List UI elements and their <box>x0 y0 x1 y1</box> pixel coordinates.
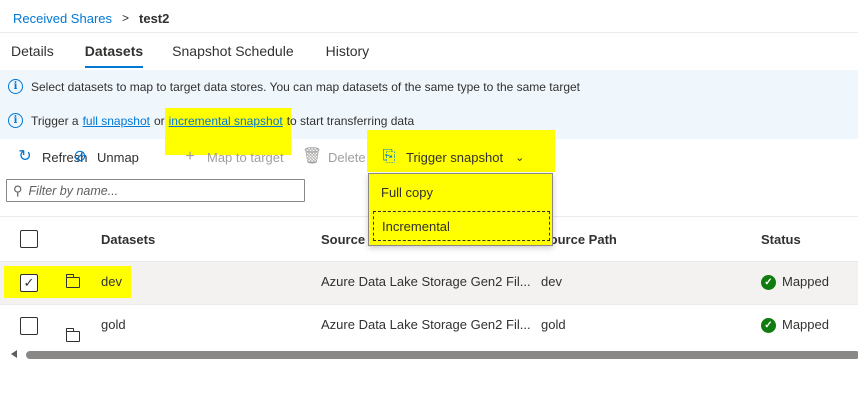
filter-box: ⚲ <box>6 179 305 202</box>
trigger-snapshot-button[interactable]: ⎘ Trigger snapshot ⌄ <box>380 144 525 170</box>
scroll-left-arrow[interactable] <box>11 350 17 358</box>
tab-details[interactable]: Details <box>11 33 54 69</box>
trigger-snapshot-label: Trigger snapshot <box>406 149 504 165</box>
tab-datasets[interactable]: Datasets <box>84 33 144 69</box>
status-text: Mapped <box>782 317 829 332</box>
info-text: Select datasets to map to target data st… <box>31 79 580 94</box>
row-checkbox-dev[interactable]: ✓ <box>20 274 38 292</box>
check-circle-icon: ✓ <box>761 317 776 333</box>
column-header-datasets[interactable]: Datasets <box>101 231 155 249</box>
breadcrumb-current: test2 <box>139 10 170 26</box>
full-snapshot-link[interactable]: full snapshot <box>83 114 150 128</box>
source-type: Azure Data Lake Storage Gen2 Fil... <box>321 317 531 332</box>
info-trigger-prefix: Trigger a <box>31 113 79 128</box>
source-path: gold <box>541 317 566 332</box>
source-type: Azure Data Lake Storage Gen2 Fil... <box>321 274 531 289</box>
trigger-snapshot-menu: Full copy Incremental <box>368 173 553 246</box>
info-trigger-suffix: to start transferring data <box>286 113 415 128</box>
plus-icon: + <box>185 148 195 165</box>
check-circle-icon: ✓ <box>761 274 776 290</box>
info-icon: i <box>8 79 23 94</box>
status-text: Mapped <box>782 274 829 289</box>
status-badge: ✓ Mapped <box>761 316 829 334</box>
chevron-down-icon: ⌄ <box>515 151 525 164</box>
copy-icon: ⎘ <box>382 148 396 165</box>
map-to-target-label: Map to target <box>207 149 284 165</box>
menu-item-full-copy[interactable]: Full copy <box>373 178 550 208</box>
divider <box>0 304 858 305</box>
delete-button[interactable]: 🗑 Delete <box>302 144 366 170</box>
column-header-status[interactable]: Status <box>761 231 801 249</box>
dataset-name[interactable]: gold <box>101 316 126 334</box>
unmap-icon: ⊘ <box>73 148 87 165</box>
breadcrumb-separator: > <box>122 11 130 25</box>
info-line-select: i Select datasets to map to target data … <box>8 79 580 94</box>
info-or-text: or <box>153 113 165 128</box>
folder-icon <box>66 274 80 288</box>
menu-item-incremental[interactable]: Incremental <box>373 211 550 241</box>
info-bar: i Select datasets to map to target data … <box>0 70 858 155</box>
dataset-name[interactable]: dev <box>101 273 122 291</box>
tab-bar: Details Datasets Snapshot Schedule Histo… <box>0 33 369 69</box>
horizontal-scrollbar[interactable] <box>26 351 858 359</box>
source-path: dev <box>541 274 562 289</box>
info-icon: i <box>8 113 23 128</box>
breadcrumb-received-shares-link[interactable]: Received Shares <box>13 11 112 26</box>
row-checkbox-gold[interactable] <box>20 317 38 335</box>
delete-label: Delete <box>328 149 366 165</box>
tab-history[interactable]: History <box>326 33 370 69</box>
status-badge: ✓ Mapped <box>761 273 829 291</box>
map-to-target-button[interactable]: + Map to target <box>181 144 284 170</box>
select-all-checkbox[interactable] <box>20 230 38 248</box>
unmap-label: Unmap <box>97 149 139 165</box>
folder-icon <box>66 328 80 342</box>
filter-input[interactable] <box>28 183 289 198</box>
trash-icon: 🗑 <box>302 148 323 165</box>
refresh-icon: ↻ <box>18 148 32 165</box>
breadcrumb: Received Shares > test2 <box>13 9 169 27</box>
info-line-trigger: i Trigger a full snapshot or incremental… <box>8 113 414 128</box>
tab-snapshot-schedule[interactable]: Snapshot Schedule <box>172 33 293 69</box>
search-icon: ⚲ <box>13 182 23 198</box>
incremental-snapshot-link[interactable]: incremental snapshot <box>169 114 283 128</box>
unmap-button[interactable]: ⊘ Unmap <box>71 144 139 170</box>
